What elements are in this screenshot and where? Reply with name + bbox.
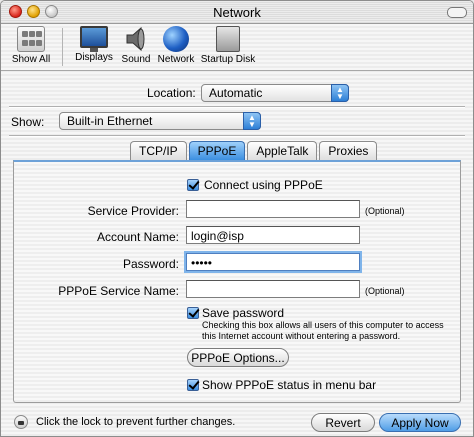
account-name-label: Account Name:	[96, 230, 179, 244]
pppoe-options-button[interactable]: PPPoE Options...	[187, 348, 289, 367]
divider	[9, 135, 465, 137]
pppoe-service-name-label: PPPoE Service Name:	[58, 284, 179, 298]
apply-now-button[interactable]: Apply Now	[379, 413, 461, 432]
service-provider-field[interactable]	[186, 200, 360, 218]
lock-icon[interactable]	[14, 415, 28, 429]
lock-text: Click the lock to prevent further change…	[36, 416, 236, 428]
network-icon	[163, 26, 189, 52]
show-status-checkbox[interactable]	[187, 379, 199, 391]
window-title: Network	[213, 5, 261, 20]
show-status-label: Show PPPoE status in menu bar	[202, 378, 377, 392]
startup-disk-icon	[216, 26, 240, 52]
toolbar-item-label: Show All	[11, 54, 51, 65]
tab-tcpip[interactable]: TCP/IP	[130, 141, 187, 160]
tab-pppoe[interactable]: PPPoE	[188, 141, 246, 160]
location-value: Automatic	[209, 86, 263, 100]
tab-appletalk[interactable]: AppleTalk	[247, 141, 318, 160]
password-label: Password:	[122, 257, 179, 271]
network-window: Network Show All Displays Sound Network …	[0, 0, 474, 437]
toolbar-separator	[62, 28, 63, 66]
toolbar-item-startup-disk[interactable]: Startup Disk	[199, 26, 257, 65]
toolbar-item-label: Sound	[121, 54, 151, 65]
show-popup[interactable]: Built-in Ethernet ▲ ▼	[59, 112, 261, 130]
pppoe-service-name-field[interactable]	[186, 280, 360, 298]
connect-pppoe-label: Connect using PPPoE	[204, 178, 323, 192]
show-value: Built-in Ethernet	[67, 114, 153, 128]
toolbar-item-label: Network	[157, 54, 195, 65]
toolbar-item-sound[interactable]: Sound	[119, 26, 153, 65]
show-label: Show:	[11, 115, 45, 129]
account-name-field[interactable]: login@isp	[186, 226, 360, 244]
location-popup[interactable]: Automatic ▲ ▼	[201, 84, 349, 102]
tab-bar: TCP/IP PPPoE AppleTalk Proxies	[130, 141, 379, 161]
save-password-note: Checking this box allows all users of th…	[202, 320, 444, 341]
sound-icon	[124, 26, 148, 52]
revert-button[interactable]: Revert	[311, 413, 375, 432]
toolbar-toggle-button[interactable]	[447, 7, 467, 18]
toolbar-item-show-all[interactable]: Show All	[3, 26, 59, 65]
location-label: Location:	[147, 86, 196, 100]
toolbar-item-displays[interactable]: Displays	[71, 26, 117, 63]
displays-icon	[80, 26, 108, 52]
connect-pppoe-checkbox[interactable]	[187, 179, 199, 191]
popup-arrows-icon: ▲ ▼	[243, 112, 261, 130]
save-password-label: Save password	[202, 306, 285, 320]
pppoe-service-name-hint: (Optional)	[365, 286, 405, 296]
tab-proxies[interactable]: Proxies	[319, 141, 378, 160]
password-field[interactable]: •••••	[186, 253, 360, 271]
service-provider-hint: (Optional)	[365, 206, 405, 216]
toolbar-item-network[interactable]: Network	[153, 26, 199, 65]
title-bar: Network	[1, 1, 473, 24]
save-password-checkbox[interactable]	[187, 307, 199, 319]
show-all-icon	[17, 26, 45, 52]
divider	[9, 106, 465, 108]
toolbar: Show All Displays Sound Network Startup …	[1, 24, 473, 71]
toolbar-item-label: Startup Disk	[200, 54, 256, 65]
service-provider-label: Service Provider:	[87, 204, 179, 218]
toolbar-item-label: Displays	[75, 52, 113, 63]
popup-arrows-icon: ▲ ▼	[331, 84, 349, 102]
